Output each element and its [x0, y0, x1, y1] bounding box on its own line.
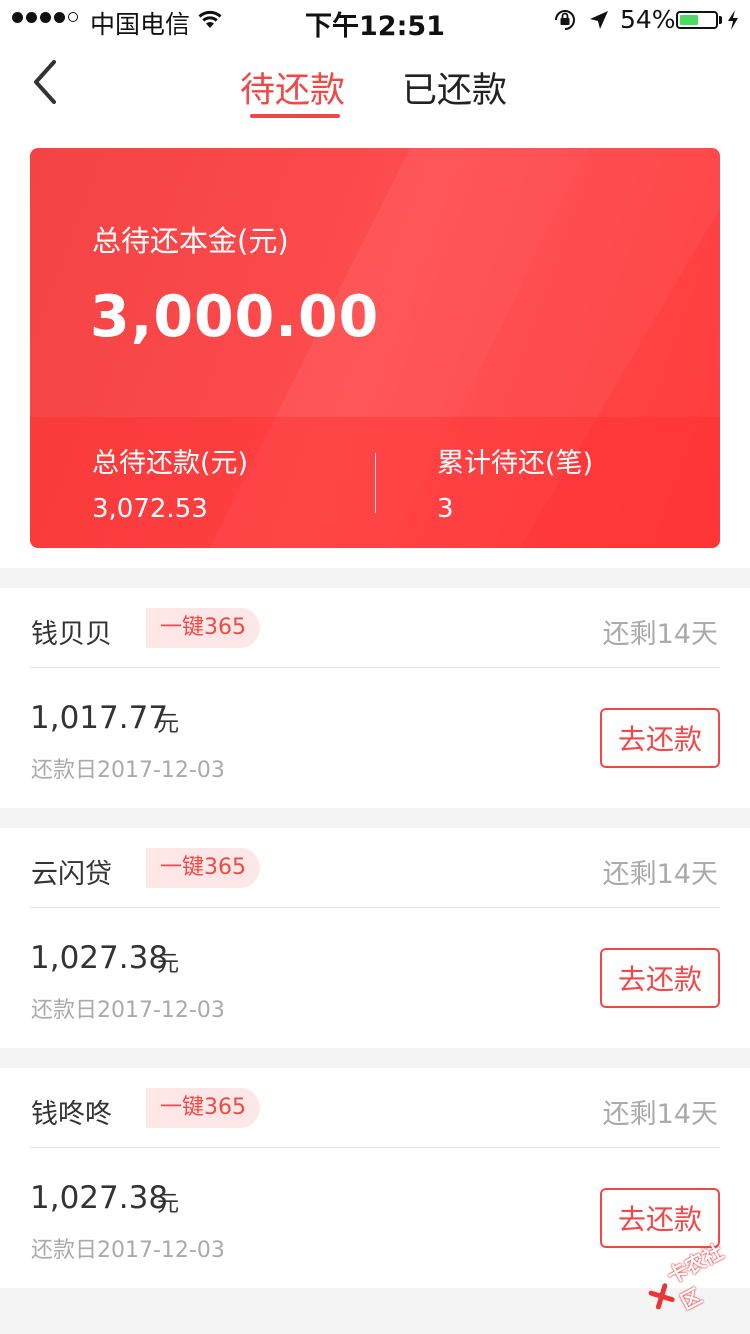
loan-amount: 1,027.38	[30, 1180, 169, 1216]
due-date: 还款日2017-12-03	[31, 998, 225, 1023]
location-arrow-icon	[590, 11, 608, 29]
repay-button[interactable]: 去还款	[600, 1188, 720, 1248]
repay-button[interactable]: 去还款	[600, 708, 720, 768]
loan-amount: 1,017.77	[30, 700, 169, 736]
days-remaining: 还剩14天	[602, 619, 718, 650]
status-bar: 中国电信 下午12:51 54%	[0, 0, 750, 42]
orientation-lock-icon	[555, 10, 575, 30]
divider	[30, 667, 720, 668]
divider	[30, 907, 720, 908]
loan-item: 钱咚咚 一键365 还剩14天 1,027.38 元 还款日2017-12-03…	[0, 1068, 750, 1288]
summary-section: 总待还本金(元) 3,000.00 总待还款(元) 3,072.53 累计待还(…	[0, 125, 750, 568]
total-due-value: 3,072.53	[92, 494, 208, 524]
nav-bar: 待还款 已还款	[0, 40, 750, 125]
loan-item: 钱贝贝 一键365 还剩14天 1,017.77 元 还款日2017-12-03…	[0, 588, 750, 808]
active-tab-indicator	[250, 114, 340, 118]
divider	[30, 1147, 720, 1148]
days-remaining: 还剩14天	[602, 1099, 718, 1130]
total-due-label: 总待还款(元)	[92, 448, 249, 479]
amount-unit: 元	[157, 1192, 180, 1217]
days-remaining: 还剩14天	[602, 859, 718, 890]
loan-amount: 1,027.38	[30, 940, 169, 976]
battery-percentage: 54%	[620, 5, 676, 34]
lender-name: 钱贝贝	[31, 619, 112, 650]
back-arrow-icon[interactable]	[28, 58, 68, 106]
pending-count-value: 3	[437, 494, 454, 524]
battery-icon	[676, 11, 718, 29]
amount-unit: 元	[157, 952, 180, 977]
due-date: 还款日2017-12-03	[31, 1238, 225, 1263]
tab-repaid[interactable]: 已还款	[402, 62, 507, 113]
principal-amount: 3,000.00	[90, 284, 380, 350]
tab-pending-repayment[interactable]: 待还款	[240, 62, 345, 113]
lender-name: 云闪贷	[31, 859, 112, 890]
source-tag: 一键365	[146, 608, 260, 648]
principal-label: 总待还本金(元)	[92, 224, 289, 258]
stats-divider	[375, 453, 376, 513]
source-tag: 一键365	[146, 1088, 260, 1128]
repay-button[interactable]: 去还款	[600, 948, 720, 1008]
charging-bolt-icon	[728, 10, 738, 30]
due-date: 还款日2017-12-03	[31, 758, 225, 783]
amount-unit: 元	[157, 712, 180, 737]
pending-count-label: 累计待还(笔)	[437, 448, 594, 479]
source-tag: 一键365	[146, 848, 260, 888]
summary-card: 总待还本金(元) 3,000.00 总待还款(元) 3,072.53 累计待还(…	[30, 148, 720, 548]
loan-item: 云闪贷 一键365 还剩14天 1,027.38 元 还款日2017-12-03…	[0, 828, 750, 1048]
lender-name: 钱咚咚	[31, 1099, 112, 1130]
